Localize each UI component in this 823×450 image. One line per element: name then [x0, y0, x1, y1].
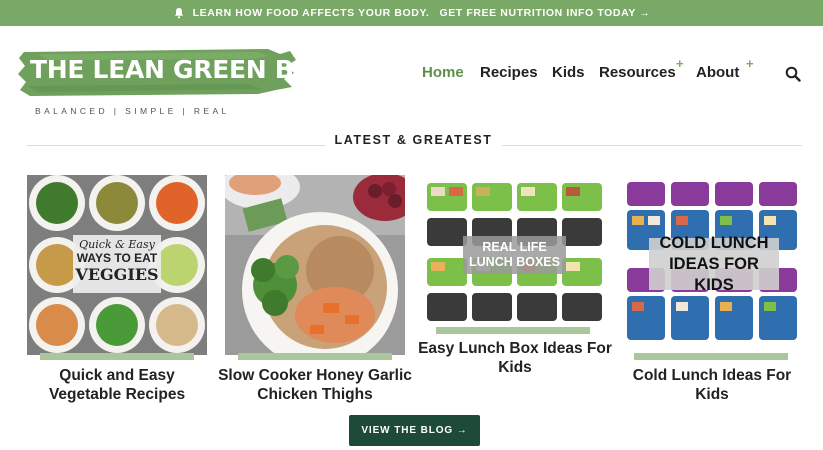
thumbnail-overlay-text: COLD LUNCH IDEAS FOR KIDS — [659, 233, 769, 294]
card-accent-bar — [634, 353, 788, 360]
post-thumbnail[interactable]: Quick & Easy WAYS TO EAT VEGGIES — [27, 175, 207, 355]
bell-icon — [174, 8, 183, 19]
thumbnail-overlay-text: Quick & Easy WAYS TO EAT VEGGIES — [75, 238, 159, 284]
card-accent-bar — [436, 327, 590, 334]
about-expand-icon[interactable]: + — [746, 56, 754, 71]
card-title[interactable]: Easy Lunch Box Ideas For Kids — [418, 339, 612, 377]
view-blog-button[interactable]: VIEW THE BLOG → — [349, 415, 480, 446]
site-logo[interactable]: THE LEAN GREEN BEAN — [18, 46, 350, 98]
resources-expand-icon[interactable]: + — [676, 56, 684, 71]
post-thumbnail[interactable]: REAL LIFE LUNCH BOXES — [425, 180, 605, 325]
logo-title: THE LEAN GREEN BEAN — [30, 55, 350, 84]
card-title[interactable]: Slow Cooker Honey Garlic Chicken Thighs — [218, 366, 412, 404]
banner-link[interactable]: GET FREE NUTRITION INFO TODAY → — [439, 7, 650, 19]
announcement-bar[interactable]: LEARN HOW FOOD AFFECTS YOUR BODY. GET FR… — [0, 0, 823, 26]
post-thumbnail[interactable] — [225, 175, 405, 355]
banner-text: LEARN HOW FOOD AFFECTS YOUR BODY. — [192, 7, 430, 19]
card-title[interactable]: Quick and Easy Vegetable Recipes — [27, 366, 207, 404]
card-accent-bar — [40, 353, 194, 360]
card-title[interactable]: Cold Lunch Ideas For Kids — [614, 366, 810, 404]
post-thumbnail[interactable]: COLD LUNCH IDEAS FOR KIDS — [625, 180, 800, 343]
nav-home[interactable]: Home — [422, 64, 464, 81]
nav-recipes[interactable]: Recipes — [480, 64, 538, 81]
chicken-image — [225, 175, 405, 355]
nav-resources[interactable]: Resources — [599, 64, 676, 81]
nav-kids[interactable]: Kids — [552, 64, 585, 81]
section-title: LATEST & GREATEST — [334, 133, 493, 147]
logo-tagline: BALANCED | SIMPLE | REAL — [35, 106, 230, 116]
section-divider-left — [27, 145, 325, 146]
thumbnail-overlay-text: REAL LIFE LUNCH BOXES — [469, 240, 560, 269]
search-icon[interactable] — [785, 66, 801, 82]
section-divider-right — [502, 145, 802, 146]
nav-about[interactable]: About — [696, 64, 739, 81]
card-accent-bar — [238, 353, 392, 360]
